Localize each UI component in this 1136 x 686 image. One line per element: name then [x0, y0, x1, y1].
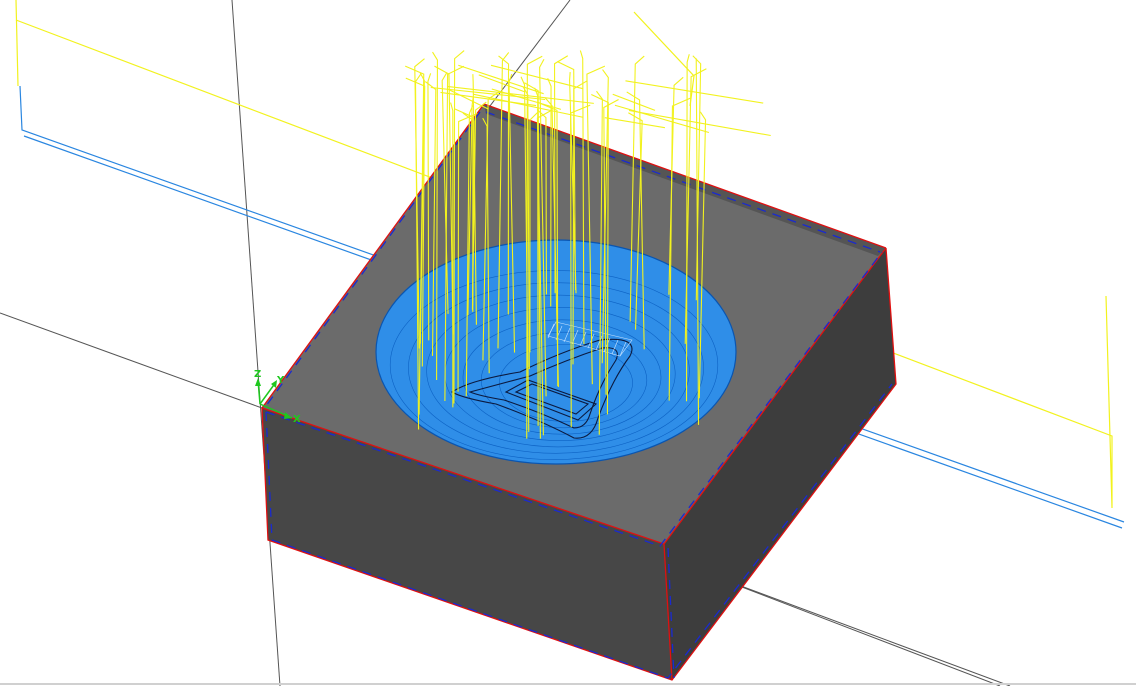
- grid-line-vertical: [231, 0, 281, 686]
- triad-x-label: X: [293, 414, 301, 425]
- toolpath-link-move: [625, 80, 764, 104]
- toolpath-scene: X Y Z: [0, 0, 1136, 686]
- triad-z-label: Z: [254, 369, 261, 380]
- retract-left-vertical: [15, 0, 19, 87]
- triad-y-label: Y: [276, 375, 285, 386]
- toolpath-link-move: [604, 117, 666, 129]
- toolpath-link-move: [490, 64, 584, 90]
- toolpath-link-move: [614, 104, 710, 134]
- toolpath-link-move: [447, 85, 594, 104]
- retract-top-hook: [633, 11, 695, 107]
- grid-line-left: [0, 312, 263, 409]
- cam-3d-viewport[interactable]: X Y Z: [0, 0, 1136, 686]
